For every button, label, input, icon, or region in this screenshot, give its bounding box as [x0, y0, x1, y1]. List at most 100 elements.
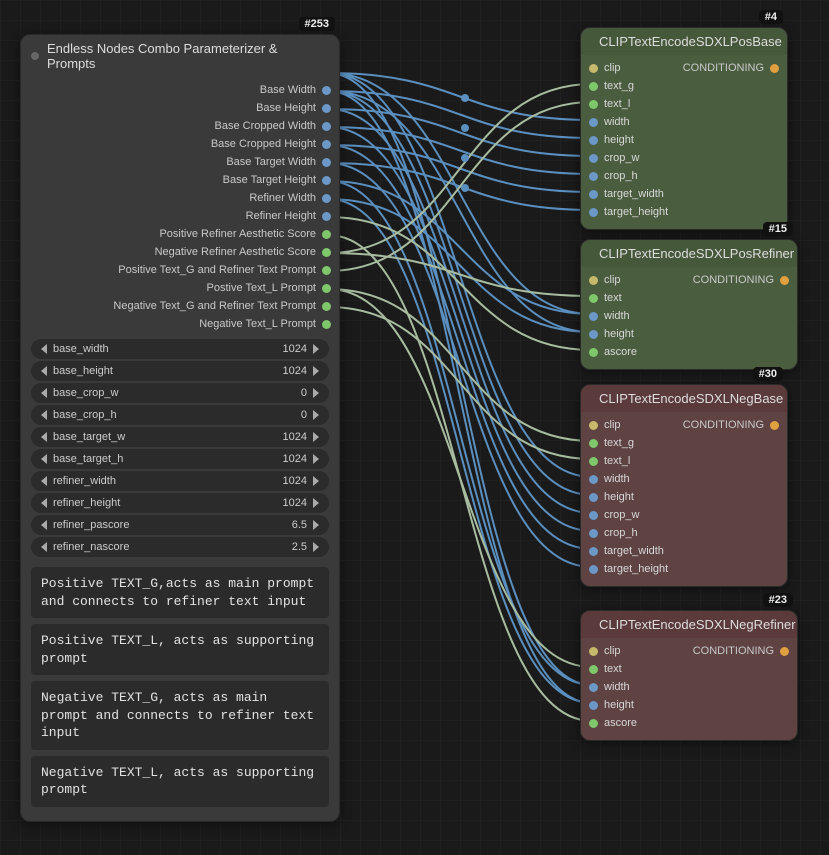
port-icon[interactable] — [589, 100, 598, 109]
node-parameterizer[interactable]: #253 Endless Nodes Combo Parameterizer &… — [20, 34, 340, 822]
param-widget[interactable]: refiner_width1024 — [31, 471, 329, 491]
node-clip-neg-refiner[interactable]: #23 CLIPTextEncodeSDXLNegRefiner clipCON… — [580, 610, 798, 741]
prompt-textarea[interactable]: Negative TEXT_G, acts as main prompt and… — [31, 681, 329, 750]
increment-icon[interactable] — [313, 476, 319, 486]
input-port[interactable]: crop_h — [581, 524, 787, 542]
port-icon[interactable] — [322, 284, 331, 293]
port-icon[interactable] — [322, 212, 331, 221]
port-icon[interactable] — [589, 457, 598, 466]
input-port[interactable]: text — [581, 289, 797, 307]
node-header[interactable]: CLIPTextEncodeSDXLNegRefiner — [581, 611, 797, 638]
input-port[interactable]: height — [581, 488, 787, 506]
input-port[interactable]: width — [581, 678, 797, 696]
input-port[interactable]: target_height — [581, 203, 787, 221]
input-port[interactable]: text_g — [581, 434, 787, 452]
port-icon[interactable] — [322, 302, 331, 311]
input-port[interactable]: width — [581, 470, 787, 488]
port-icon[interactable] — [589, 294, 598, 303]
port-icon[interactable] — [322, 122, 331, 131]
param-widget[interactable]: base_target_w1024 — [31, 427, 329, 447]
param-widget[interactable]: base_crop_w0 — [31, 383, 329, 403]
node-clip-pos-refiner[interactable]: #15 CLIPTextEncodeSDXLPosRefiner clipCON… — [580, 239, 798, 370]
param-value[interactable]: 1024 — [283, 497, 307, 509]
port-icon[interactable] — [322, 104, 331, 113]
param-value[interactable]: 6.5 — [292, 519, 307, 531]
port-icon[interactable] — [589, 665, 598, 674]
input-port[interactable]: width — [581, 113, 787, 131]
port-icon[interactable] — [322, 194, 331, 203]
param-value[interactable]: 1024 — [283, 475, 307, 487]
port-icon[interactable] — [589, 208, 598, 217]
decrement-icon[interactable] — [41, 432, 47, 442]
port-icon[interactable] — [589, 529, 598, 538]
output-port[interactable]: Base Width — [21, 81, 339, 99]
input-port[interactable]: clipCONDITIONING — [581, 416, 787, 434]
input-port[interactable]: text_g — [581, 77, 787, 95]
input-port[interactable]: height — [581, 696, 797, 714]
port-icon[interactable] — [322, 158, 331, 167]
param-widget[interactable]: base_target_h1024 — [31, 449, 329, 469]
port-icon[interactable] — [589, 172, 598, 181]
port-icon[interactable] — [589, 493, 598, 502]
port-icon[interactable] — [589, 475, 598, 484]
input-port[interactable]: clipCONDITIONING — [581, 271, 797, 289]
port-icon[interactable] — [322, 86, 331, 95]
output-port[interactable]: Positive Refiner Aesthetic Score — [21, 225, 339, 243]
input-port[interactable]: width — [581, 307, 797, 325]
increment-icon[interactable] — [313, 388, 319, 398]
input-port[interactable]: clipCONDITIONING — [581, 59, 787, 77]
decrement-icon[interactable] — [41, 344, 47, 354]
node-header[interactable]: Endless Nodes Combo Parameterizer & Prom… — [21, 35, 339, 77]
port-icon[interactable] — [780, 647, 789, 656]
output-port[interactable]: Negative Text_L Prompt — [21, 315, 339, 333]
port-icon[interactable] — [589, 312, 598, 321]
decrement-icon[interactable] — [41, 454, 47, 464]
increment-icon[interactable] — [313, 344, 319, 354]
input-port[interactable]: height — [581, 325, 797, 343]
param-widget[interactable]: refiner_height1024 — [31, 493, 329, 513]
port-icon[interactable] — [589, 136, 598, 145]
port-icon[interactable] — [780, 276, 789, 285]
node-header[interactable]: CLIPTextEncodeSDXLPosRefiner — [581, 240, 797, 267]
node-header[interactable]: CLIPTextEncodeSDXLPosBase — [581, 28, 787, 55]
port-icon[interactable] — [589, 647, 598, 656]
param-value[interactable]: 0 — [301, 387, 307, 399]
input-port[interactable]: target_height — [581, 560, 787, 578]
input-port[interactable]: target_width — [581, 542, 787, 560]
node-clip-pos-base[interactable]: #4 CLIPTextEncodeSDXLPosBase clipCONDITI… — [580, 27, 788, 230]
decrement-icon[interactable] — [41, 476, 47, 486]
param-value[interactable]: 1024 — [283, 343, 307, 355]
port-icon[interactable] — [589, 276, 598, 285]
output-port[interactable]: Positive Text_G and Refiner Text Prompt — [21, 261, 339, 279]
port-icon[interactable] — [589, 64, 598, 73]
param-value[interactable]: 1024 — [283, 431, 307, 443]
increment-icon[interactable] — [313, 410, 319, 420]
collapse-dot-icon[interactable] — [31, 52, 39, 60]
port-icon[interactable] — [589, 118, 598, 127]
decrement-icon[interactable] — [41, 388, 47, 398]
input-port[interactable]: ascore — [581, 714, 797, 732]
param-widget[interactable]: refiner_nascore2.5 — [31, 537, 329, 557]
output-port[interactable]: Refiner Height — [21, 207, 339, 225]
increment-icon[interactable] — [313, 432, 319, 442]
increment-icon[interactable] — [313, 366, 319, 376]
port-icon[interactable] — [770, 421, 779, 430]
input-port[interactable]: crop_h — [581, 167, 787, 185]
port-icon[interactable] — [589, 511, 598, 520]
output-port[interactable]: Base Cropped Height — [21, 135, 339, 153]
param-widget[interactable]: base_height1024 — [31, 361, 329, 381]
input-port[interactable]: ascore — [581, 343, 797, 361]
port-icon[interactable] — [322, 320, 331, 329]
port-icon[interactable] — [589, 439, 598, 448]
prompt-textarea[interactable]: Positive TEXT_G,acts as main prompt and … — [31, 567, 329, 618]
port-icon[interactable] — [589, 683, 598, 692]
output-port[interactable]: Base Target Width — [21, 153, 339, 171]
input-port[interactable]: crop_w — [581, 149, 787, 167]
input-port[interactable]: text_l — [581, 452, 787, 470]
output-port[interactable]: Postive Text_L Prompt — [21, 279, 339, 297]
param-value[interactable]: 1024 — [283, 365, 307, 377]
port-icon[interactable] — [589, 190, 598, 199]
param-widget[interactable]: base_width1024 — [31, 339, 329, 359]
param-widget[interactable]: base_crop_h0 — [31, 405, 329, 425]
port-icon[interactable] — [589, 701, 598, 710]
